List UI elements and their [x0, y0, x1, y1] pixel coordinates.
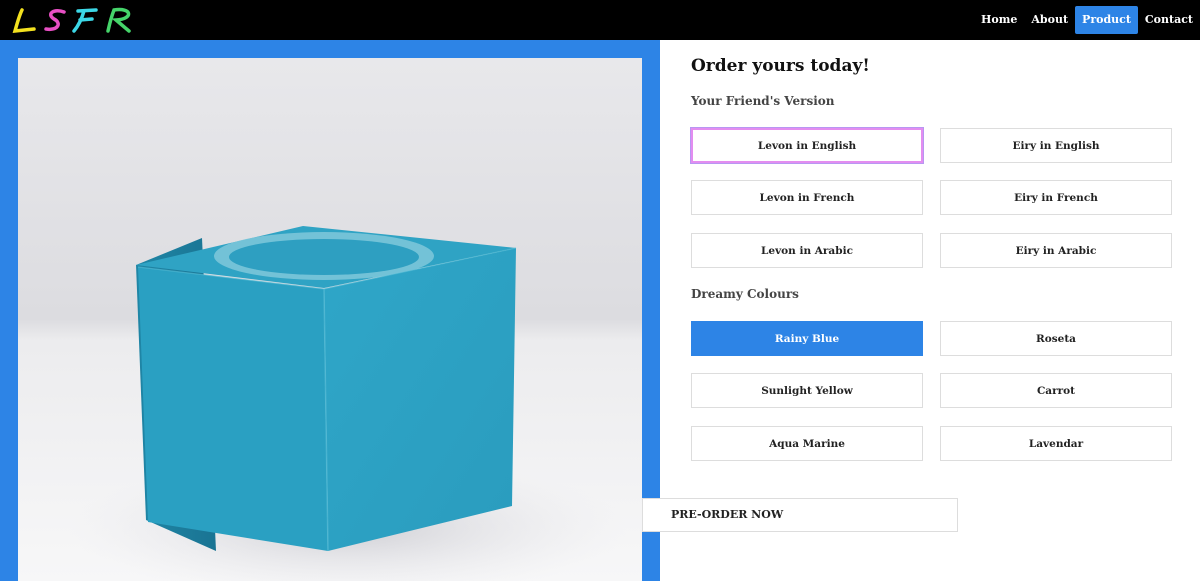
colour-lavendar[interactable]: Lavendar — [940, 426, 1172, 461]
product-image-panel — [0, 40, 660, 581]
nav-links: Home About Product Contact — [974, 0, 1200, 40]
brand-logo[interactable] — [12, 4, 136, 36]
option-eiry-french[interactable]: Eiry in French — [940, 180, 1172, 215]
colour-carrot[interactable]: Carrot — [940, 373, 1172, 408]
nav-product[interactable]: Product — [1075, 6, 1138, 34]
colour-aqua-marine[interactable]: Aqua Marine — [691, 426, 923, 461]
colour-section-label: Dreamy Colours — [691, 287, 799, 301]
option-eiry-english[interactable]: Eiry in English — [940, 128, 1172, 163]
order-title: Order yours today! — [691, 56, 870, 76]
nav-home[interactable]: Home — [974, 6, 1024, 34]
option-levon-arabic[interactable]: Levon in Arabic — [691, 233, 923, 268]
colour-rainy-blue[interactable]: Rainy Blue — [691, 321, 923, 356]
option-eiry-arabic[interactable]: Eiry in Arabic — [940, 233, 1172, 268]
blue-cube-illustration — [18, 58, 642, 581]
preorder-button[interactable]: PRE-ORDER NOW — [642, 498, 958, 532]
option-levon-english[interactable]: Levon in English — [691, 128, 923, 163]
top-navbar: Home About Product Contact — [0, 0, 1200, 40]
product-photo — [18, 58, 642, 581]
nav-about[interactable]: About — [1024, 6, 1075, 34]
nav-contact[interactable]: Contact — [1138, 6, 1200, 34]
option-levon-french[interactable]: Levon in French — [691, 180, 923, 215]
colour-sunlight-yellow[interactable]: Sunlight Yellow — [691, 373, 923, 408]
colour-roseta[interactable]: Roseta — [940, 321, 1172, 356]
version-section-label: Your Friend's Version — [691, 94, 835, 108]
